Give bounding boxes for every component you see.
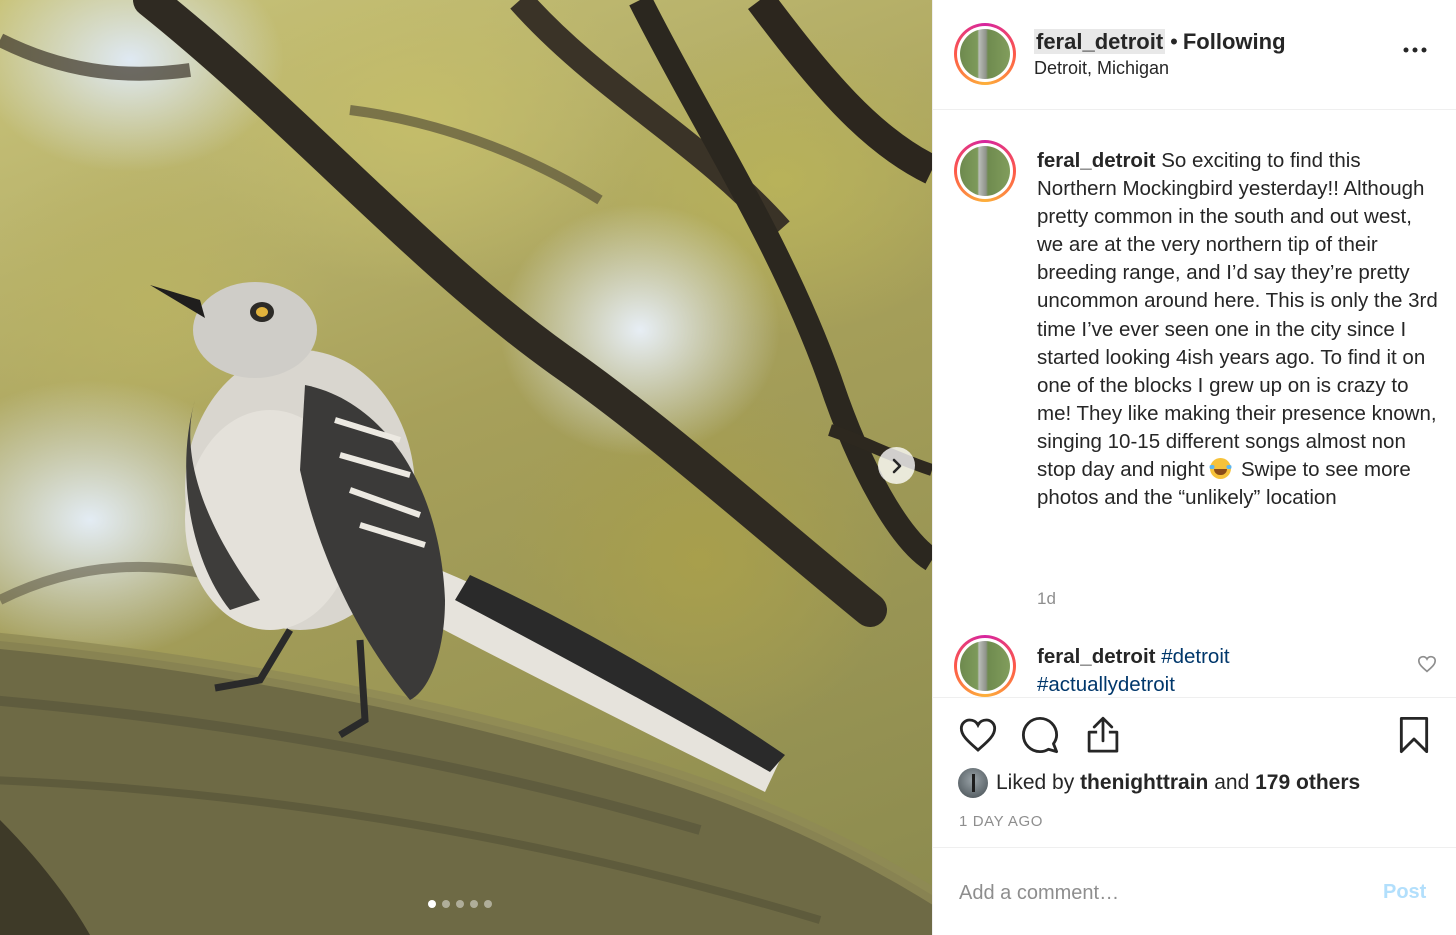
share-button[interactable] — [1085, 716, 1121, 759]
hashtag-link[interactable]: #actuallydetroit — [1037, 673, 1175, 696]
comments-list[interactable]: feral_detroit So exciting to find this N… — [933, 111, 1456, 697]
caption-text: feral_detroit So exciting to find this N… — [1037, 147, 1442, 512]
save-button[interactable] — [1398, 716, 1430, 759]
caption-timestamp[interactable]: 1d — [1037, 589, 1056, 609]
laughing-tears-emoji-icon — [1209, 458, 1233, 480]
others-likes-link[interactable]: 179 others — [1255, 771, 1360, 795]
avatar-image — [960, 146, 1010, 196]
liker-avatar[interactable] — [958, 768, 988, 798]
comment-button[interactable] — [1021, 716, 1059, 759]
separator: • — [1170, 29, 1178, 54]
post-details-panel: feral_detroit • Following Detroit, Michiga… — [932, 0, 1456, 935]
comment-input[interactable] — [959, 878, 1359, 908]
like-comment-button[interactable] — [1417, 655, 1437, 678]
hashtag-link[interactable]: #detroit — [1161, 645, 1229, 668]
avatar[interactable] — [954, 635, 1016, 697]
carousel-dot — [470, 900, 478, 908]
comment-username[interactable]: feral_detroit — [1037, 645, 1155, 668]
heart-icon — [1417, 655, 1437, 673]
avatar-image — [960, 29, 1010, 79]
header-user-line: feral_detroit • Following — [1034, 29, 1286, 55]
carousel-dot — [456, 900, 464, 908]
mockingbird-photo — [0, 0, 932, 935]
liker-username[interactable]: thenighttrain — [1080, 771, 1208, 795]
likes-conjunction: and — [1214, 771, 1250, 794]
carousel-indicator — [428, 900, 492, 908]
more-options-icon — [1403, 47, 1427, 53]
more-options-button[interactable] — [1403, 40, 1427, 58]
location-link[interactable]: Detroit, Michigan — [1034, 58, 1169, 79]
carousel-dot — [442, 900, 450, 908]
post-photo[interactable] — [0, 0, 932, 935]
likes-prefix: Liked by — [996, 771, 1075, 794]
following-button[interactable]: Following — [1183, 29, 1286, 54]
bookmark-icon — [1399, 716, 1429, 754]
carousel-dot — [484, 900, 492, 908]
share-upload-icon — [1087, 716, 1119, 753]
post-comment-button[interactable]: Post — [1383, 881, 1426, 904]
comment-text: feral_detroit #detroit #actuallydetroit — [1037, 643, 1397, 697]
likes-summary: Liked by thenighttrain and 179 others — [958, 768, 1360, 798]
post-header: feral_detroit • Following Detroit, Michiga… — [933, 0, 1456, 110]
avatar[interactable] — [954, 23, 1016, 85]
avatar[interactable] — [954, 140, 1016, 202]
username-link[interactable]: feral_detroit — [1034, 29, 1166, 54]
comment-bubble-icon — [1021, 716, 1059, 754]
heart-icon — [959, 718, 997, 752]
chevron-right-icon — [892, 458, 901, 473]
avatar-image — [960, 641, 1010, 691]
caption-body: So exciting to find this Northern Mockin… — [1037, 149, 1438, 482]
carousel-dot — [428, 900, 436, 908]
caption-username[interactable]: feral_detroit — [1037, 149, 1155, 172]
post-actions: Liked by thenighttrain and 179 others 1 … — [933, 697, 1456, 847]
add-comment-section: Post — [933, 847, 1456, 935]
post-timestamp[interactable]: 1 DAY AGO — [959, 813, 1043, 830]
next-slide-button[interactable] — [878, 447, 915, 484]
like-button[interactable] — [958, 716, 998, 759]
